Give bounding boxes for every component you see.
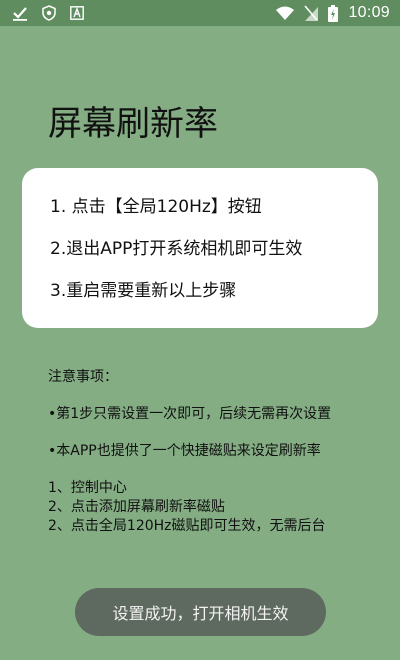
notes-heading: 注意事项： xyxy=(48,369,118,385)
check-notification-icon xyxy=(12,5,28,21)
instruction-step-2: 2.退出APP打开系统相机即可生效 xyxy=(50,239,303,259)
status-right-icons: 10:09 xyxy=(276,4,390,22)
instruction-step-1: 1. 点击【全局120Hz】按钮 xyxy=(50,197,262,217)
shield-icon xyxy=(42,5,56,21)
battery-charging-icon xyxy=(328,4,339,22)
page-title: 屏幕刷新率 xyxy=(48,104,218,144)
instruction-step-3: 3.重启需要重新以上步骤 xyxy=(50,281,237,301)
note-list-item: 2、点击全局120Hz磁贴即可生效，无需后台 xyxy=(48,518,326,534)
status-clock: 10:09 xyxy=(348,4,390,21)
wifi-icon xyxy=(276,6,295,20)
note-list-item: 1、控制中心 xyxy=(48,480,127,496)
note-item: •第1步只需设置一次即可，后续无需再次设置 xyxy=(48,406,332,422)
toast-message: 设置成功，打开相机生效 xyxy=(75,588,326,636)
status-bar: 10:09 xyxy=(0,0,400,26)
toast-text: 设置成功，打开相机生效 xyxy=(112,604,289,623)
note-list-item: 2、点击添加屏幕刷新率磁贴 xyxy=(48,499,225,515)
no-sim-icon xyxy=(304,5,319,21)
notes-section: 注意事项： •第1步只需设置一次即可，后续无需再次设置 •本APP也提供了一个快… xyxy=(48,368,366,536)
instructions-card: 1. 点击【全局120Hz】按钮 2.退出APP打开系统相机即可生效 3.重启需… xyxy=(22,168,378,328)
status-left-icons xyxy=(12,5,84,21)
note-item: •本APP也提供了一个快捷磁贴来设定刷新率 xyxy=(48,443,321,459)
font-app-icon xyxy=(70,6,84,20)
